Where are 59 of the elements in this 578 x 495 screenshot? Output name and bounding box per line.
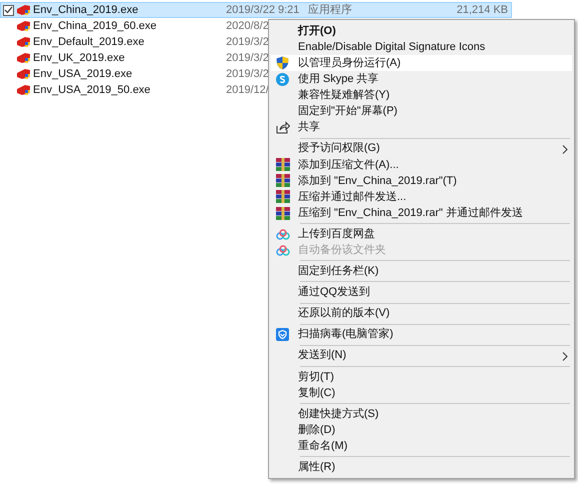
- menu-item[interactable]: 剪切(T): [271, 368, 572, 385]
- menu-item[interactable]: 添加到 "Env_China_2019.rar"(T): [271, 172, 572, 189]
- menu-item[interactable]: 固定到任务栏(K): [271, 263, 572, 280]
- file-name: Env_China_2019_60.exe: [33, 18, 157, 34]
- application-icon: [16, 84, 31, 96]
- application-icon: [16, 68, 31, 80]
- cloud-icon: [276, 244, 290, 256]
- shield-icon: [276, 328, 289, 342]
- file-row[interactable]: Env_China_2019.exe 2019/3/22 9:21 应用程序 21,214 KB: [0, 2, 512, 18]
- menu-item[interactable]: 扫描病毒(电脑管家): [271, 326, 572, 343]
- file-date: 2019/3/2: [226, 50, 269, 66]
- menu-item[interactable]: 属性(R): [271, 459, 572, 476]
- menu-item[interactable]: 压缩并通过邮件发送...: [271, 188, 572, 206]
- row-checkbox[interactable]: [3, 4, 14, 16]
- file-date: 2019/12/: [226, 82, 269, 98]
- menu-item[interactable]: 授予访问权限(G): [271, 140, 572, 157]
- menu-item[interactable]: 还原以前的版本(V): [271, 306, 572, 322]
- chevron-right-icon: [562, 144, 568, 154]
- file-name: Env_China_2019.exe: [33, 2, 138, 18]
- menu-item[interactable]: 固定到"开始"屏幕(P): [271, 103, 572, 120]
- menu-item[interactable]: 重命名(M): [271, 438, 572, 454]
- file-date: 2019/3/22 9:21: [226, 2, 300, 18]
- menu-item[interactable]: Enable/Disable Digital Signature Icons: [271, 39, 572, 56]
- cloud-icon: [276, 228, 290, 240]
- menu-item[interactable]: 添加到压缩文件(A)...: [271, 156, 572, 173]
- share-icon: [276, 121, 290, 134]
- menu-item[interactable]: 复制(C): [271, 384, 572, 401]
- archive-icon: [276, 174, 290, 188]
- check-icon: [4, 6, 13, 14]
- menu-item[interactable]: 通过QQ发送到: [271, 284, 572, 300]
- menu-item[interactable]: 发送到(N): [271, 348, 572, 364]
- file-type: 应用程序: [308, 2, 352, 18]
- application-icon: [16, 36, 31, 48]
- file-date: 2019/3/2: [226, 34, 269, 50]
- skype-icon: [276, 72, 289, 86]
- file-date: 2019/3/2: [226, 66, 269, 82]
- menu-item[interactable]: 创建快捷方式(S): [271, 406, 572, 422]
- menu-item[interactable]: 共享: [271, 120, 572, 136]
- application-icon: [16, 4, 31, 16]
- menu-item[interactable]: 兼容性疑难解答(Y): [271, 87, 572, 104]
- menu-item[interactable]: 以管理员身份运行(A): [271, 55, 572, 72]
- menu-item[interactable]: 打开(O): [271, 23, 572, 40]
- application-icon: [16, 20, 31, 32]
- file-size: 21,214 KB: [456, 2, 508, 18]
- menu-item[interactable]: 上传到百度网盘: [271, 226, 572, 242]
- file-name: Env_UK_2019.exe: [33, 50, 125, 66]
- file-date: 2020/8/2: [226, 18, 269, 34]
- menu-item[interactable]: 压缩到 "Env_China_2019.rar" 并通过邮件发送: [271, 205, 572, 222]
- shield-icon: [276, 56, 289, 70]
- menu-item[interactable]: 删除(D): [271, 422, 572, 438]
- application-icon: [16, 52, 31, 64]
- file-name: Env_USA_2019.exe: [33, 66, 132, 82]
- file-name: Env_USA_2019_50.exe: [33, 82, 150, 98]
- archive-icon: [276, 190, 290, 204]
- chevron-right-icon: [562, 352, 568, 361]
- archive-icon: [276, 158, 290, 172]
- file-name: Env_Default_2019.exe: [33, 34, 144, 50]
- menu-item[interactable]: 使用 Skype 共享: [271, 71, 572, 88]
- archive-icon: [276, 206, 290, 220]
